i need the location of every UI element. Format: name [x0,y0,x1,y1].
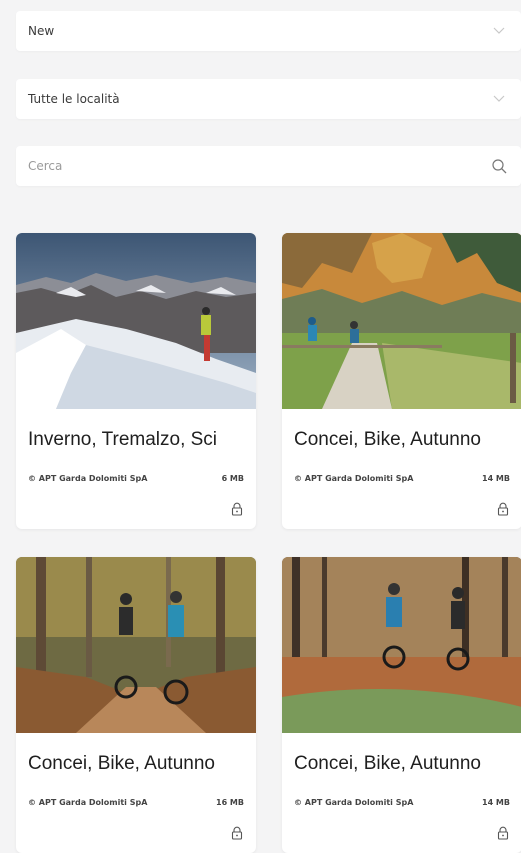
card-credit: © APT Garda Dolomiti SpA [28,798,148,807]
card-image-autumn-bike[interactable] [282,233,521,409]
card-title[interactable]: Concei, Bike, Autunno [28,753,250,775]
card-file-size: 16 MB [216,798,244,807]
card-image-winter-ski[interactable] [16,233,256,409]
lock-icon[interactable] [496,501,510,516]
card-image-forest-bike[interactable] [16,557,256,733]
chevron-down-icon [491,23,507,39]
media-card[interactable]: Concei, Bike, Autunno © APT Garda Dolomi… [16,557,256,853]
sort-select[interactable]: New [16,11,521,51]
card-file-size: 14 MB [482,798,510,807]
lock-icon[interactable] [230,501,244,516]
location-select[interactable]: Tutte le località [16,79,521,119]
search-icon[interactable] [491,158,507,174]
chevron-down-icon [491,91,507,107]
sort-select-value: New [28,24,55,38]
card-title[interactable]: Concei, Bike, Autunno [294,753,516,775]
location-select-value: Tutte le località [28,92,120,106]
card-file-size: 14 MB [482,474,510,483]
media-card[interactable]: Concei, Bike, Autunno © APT Garda Dolomi… [282,557,521,853]
card-file-size: 6 MB [221,474,244,483]
card-title[interactable]: Inverno, Tremalzo, Sci [28,429,250,451]
card-credit: © APT Garda Dolomiti SpA [294,798,414,807]
lock-icon[interactable] [230,825,244,840]
card-title[interactable]: Concei, Bike, Autunno [294,429,516,451]
card-credit: © APT Garda Dolomiti SpA [294,474,414,483]
search-placeholder: Cerca [28,159,63,173]
media-card[interactable]: Concei, Bike, Autunno © APT Garda Dolomi… [282,233,521,529]
card-image-forest-leaves[interactable] [282,557,521,733]
search-input[interactable]: Cerca [16,146,521,186]
lock-icon[interactable] [496,825,510,840]
card-credit: © APT Garda Dolomiti SpA [28,474,148,483]
media-card[interactable]: Inverno, Tremalzo, Sci © APT Garda Dolom… [16,233,256,529]
